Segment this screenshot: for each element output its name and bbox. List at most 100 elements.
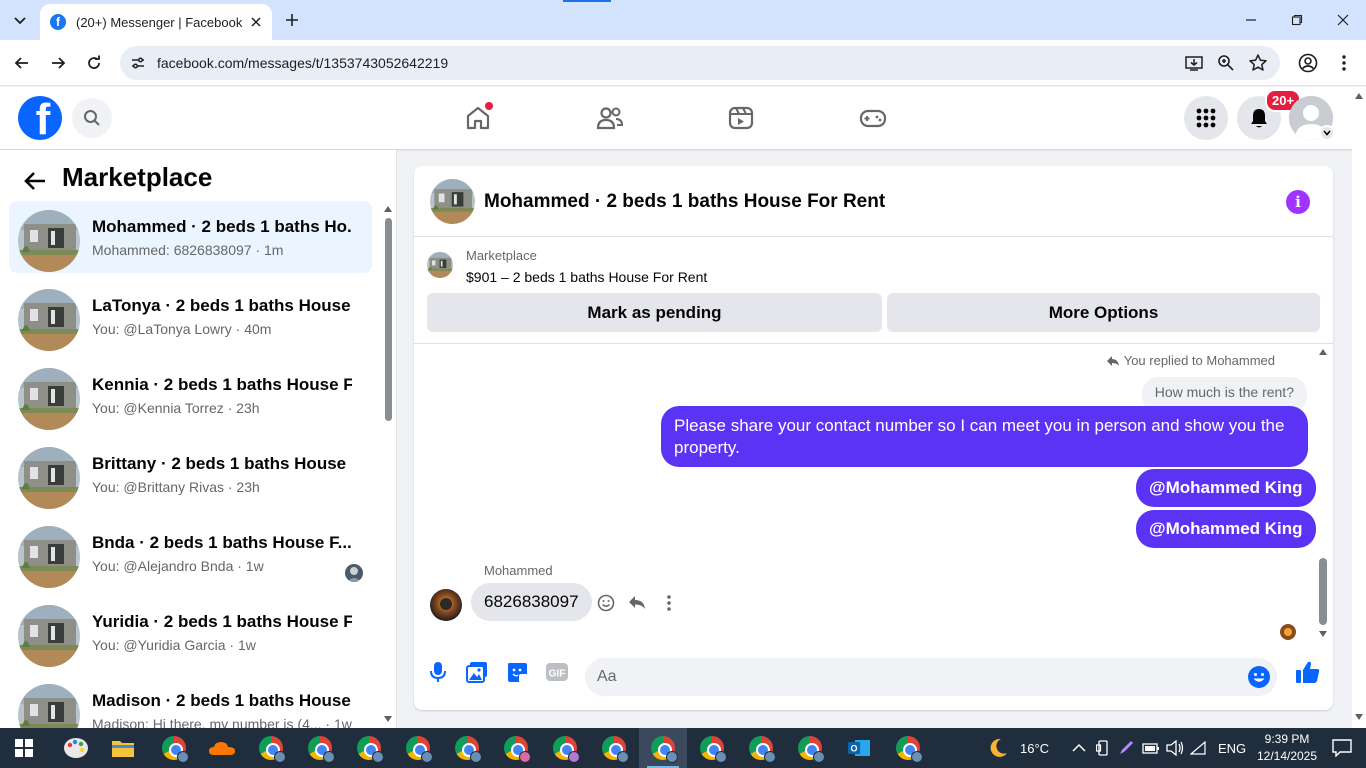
taskbar-app-chrome[interactable] bbox=[443, 728, 491, 768]
plus-icon bbox=[286, 14, 298, 26]
listing-avatar[interactable] bbox=[430, 179, 475, 224]
taskbar-app-chrome[interactable] bbox=[786, 728, 834, 768]
start-button[interactable] bbox=[0, 728, 48, 768]
conversation-item[interactable]: LaTonya · 2 beds 1 baths House ... You: … bbox=[9, 280, 372, 352]
incoming-message[interactable]: 6826838097 bbox=[471, 583, 592, 621]
chrome-icon bbox=[651, 736, 678, 763]
taskbar-app-chrome[interactable] bbox=[150, 728, 198, 768]
taskbar-app-file-explorer[interactable] bbox=[99, 728, 147, 768]
scroll-down-arrow-icon[interactable] bbox=[1319, 631, 1327, 637]
scroll-down-arrow-icon[interactable] bbox=[384, 716, 392, 722]
address-bar[interactable]: facebook.com/messages/t/1353743052642219 bbox=[120, 46, 1280, 80]
reply-icon bbox=[629, 596, 645, 609]
conversation-item[interactable]: Yuridia · 2 beds 1 baths House F... You:… bbox=[9, 596, 372, 668]
facebook-logo[interactable]: f bbox=[18, 96, 62, 140]
close-tab-icon[interactable] bbox=[246, 12, 266, 32]
zoom-icon[interactable] bbox=[1216, 53, 1236, 73]
house-photo bbox=[18, 289, 80, 351]
taskbar-app-outlook[interactable]: O bbox=[835, 728, 883, 768]
browser-menu-button[interactable] bbox=[1329, 48, 1359, 78]
search-button[interactable] bbox=[72, 98, 112, 138]
gif-button[interactable]: GIF bbox=[543, 658, 571, 686]
taskbar-app-paint[interactable] bbox=[52, 728, 100, 768]
new-tab-button[interactable] bbox=[280, 8, 304, 32]
taskbar-app-chrome[interactable] bbox=[737, 728, 785, 768]
input-language[interactable]: ENG bbox=[1218, 728, 1246, 768]
emoji-icon[interactable] bbox=[1247, 665, 1271, 689]
page-scrollbar[interactable] bbox=[1352, 87, 1366, 728]
bookmark-star-icon[interactable] bbox=[1248, 53, 1268, 73]
notification-center-icon bbox=[1332, 739, 1352, 757]
voice-clip-button[interactable] bbox=[424, 658, 452, 686]
more-options-button[interactable]: More Options bbox=[887, 293, 1320, 332]
taskbar-app-soundcloud[interactable] bbox=[198, 728, 246, 768]
account-menu-chevron[interactable] bbox=[1319, 125, 1335, 141]
listing-thumbnail[interactable] bbox=[427, 252, 453, 278]
taskbar-app-chrome[interactable] bbox=[541, 728, 589, 768]
house-photo bbox=[18, 605, 80, 667]
more-actions-button[interactable] bbox=[657, 591, 681, 615]
sidebar-scrollbar-thumb[interactable] bbox=[385, 218, 392, 421]
thread-scrollbar-thumb[interactable] bbox=[1319, 558, 1327, 625]
forward-button[interactable] bbox=[43, 48, 73, 78]
close-window-button[interactable] bbox=[1320, 0, 1366, 40]
taskbar-app-chrome[interactable] bbox=[492, 728, 540, 768]
taskbar-app-chrome-active[interactable] bbox=[639, 728, 687, 768]
conversation-item[interactable]: Kennia · 2 beds 1 baths House F... You: … bbox=[9, 359, 372, 431]
tab-search-button[interactable] bbox=[6, 6, 34, 34]
taskbar-app-chrome[interactable] bbox=[247, 728, 295, 768]
nav-home[interactable] bbox=[461, 101, 495, 135]
react-button[interactable] bbox=[594, 591, 618, 615]
scroll-up-arrow-icon[interactable] bbox=[1319, 349, 1327, 355]
outgoing-message[interactable]: @Mohammed King bbox=[1136, 469, 1316, 507]
info-icon[interactable]: i bbox=[1286, 190, 1310, 214]
taskbar-app-chrome[interactable] bbox=[590, 728, 638, 768]
attach-photo-button[interactable] bbox=[463, 658, 491, 686]
outgoing-message[interactable]: Please share your contact number so I ca… bbox=[661, 406, 1308, 467]
photo-gallery-icon bbox=[466, 662, 487, 683]
mark-as-pending-button[interactable]: Mark as pending bbox=[427, 293, 882, 332]
sender-avatar[interactable] bbox=[430, 589, 462, 621]
pen-icon bbox=[1120, 741, 1133, 754]
profile-button[interactable] bbox=[1293, 48, 1323, 78]
back-button[interactable] bbox=[20, 166, 50, 196]
menu-button[interactable] bbox=[1184, 96, 1228, 140]
message-input[interactable] bbox=[585, 658, 1225, 696]
notification-center-button[interactable] bbox=[1318, 728, 1366, 768]
install-app-icon[interactable] bbox=[1184, 53, 1204, 73]
taskbar-app-chrome[interactable] bbox=[688, 728, 736, 768]
minimize-window-button[interactable] bbox=[1228, 0, 1274, 40]
taskbar-app-chrome[interactable] bbox=[345, 728, 393, 768]
browser-tab-active[interactable]: f (20+) Messenger | Facebook bbox=[40, 4, 272, 40]
nav-friends[interactable] bbox=[593, 101, 627, 135]
conversation-item[interactable]: Brittany · 2 beds 1 baths House F... You… bbox=[9, 438, 372, 510]
conversation-item[interactable]: Bnda · 2 beds 1 baths House F... You: @A… bbox=[9, 517, 372, 589]
chrome-icon bbox=[700, 736, 727, 763]
sticker-icon bbox=[508, 663, 527, 682]
weather-widget[interactable]: 16°C bbox=[986, 728, 1049, 768]
back-button[interactable] bbox=[7, 48, 37, 78]
chevron-down-icon bbox=[14, 17, 26, 25]
system-clock[interactable]: 9:39 PM 12/14/2025 bbox=[1256, 731, 1318, 765]
conversation-name: LaTonya · 2 beds 1 baths House ... bbox=[92, 296, 352, 315]
scroll-up-arrow-icon[interactable] bbox=[384, 206, 392, 212]
reply-button[interactable] bbox=[625, 591, 649, 615]
restore-window-button[interactable] bbox=[1274, 0, 1320, 40]
nav-video[interactable] bbox=[724, 101, 758, 135]
conversation-avatar bbox=[18, 526, 80, 588]
reload-button[interactable] bbox=[79, 48, 109, 78]
nav-gaming[interactable] bbox=[856, 101, 890, 135]
send-like-button[interactable] bbox=[1294, 658, 1322, 686]
conversation-item[interactable]: Mohammed · 2 beds 1 baths Ho... Mohammed… bbox=[9, 201, 372, 273]
taskbar-app-chrome[interactable] bbox=[884, 728, 932, 768]
browser-toolbar: facebook.com/messages/t/1353743052642219 bbox=[0, 40, 1366, 86]
taskbar-app-chrome[interactable] bbox=[394, 728, 442, 768]
conversation-title[interactable]: Mohammed · 2 beds 1 baths House For Rent bbox=[484, 191, 885, 213]
outgoing-message[interactable]: @Mohammed King bbox=[1136, 510, 1316, 548]
conversation-name: Brittany · 2 beds 1 baths House F... bbox=[92, 454, 352, 473]
conversation-item[interactable]: Madison · 2 beds 1 baths House ... Madis… bbox=[9, 675, 372, 728]
sticker-button[interactable] bbox=[503, 658, 531, 686]
listing-price-title[interactable]: $901 – 2 beds 1 baths House For Rent bbox=[466, 269, 707, 285]
taskbar-app-chrome[interactable] bbox=[296, 728, 344, 768]
system-tray[interactable] bbox=[1072, 728, 1206, 768]
